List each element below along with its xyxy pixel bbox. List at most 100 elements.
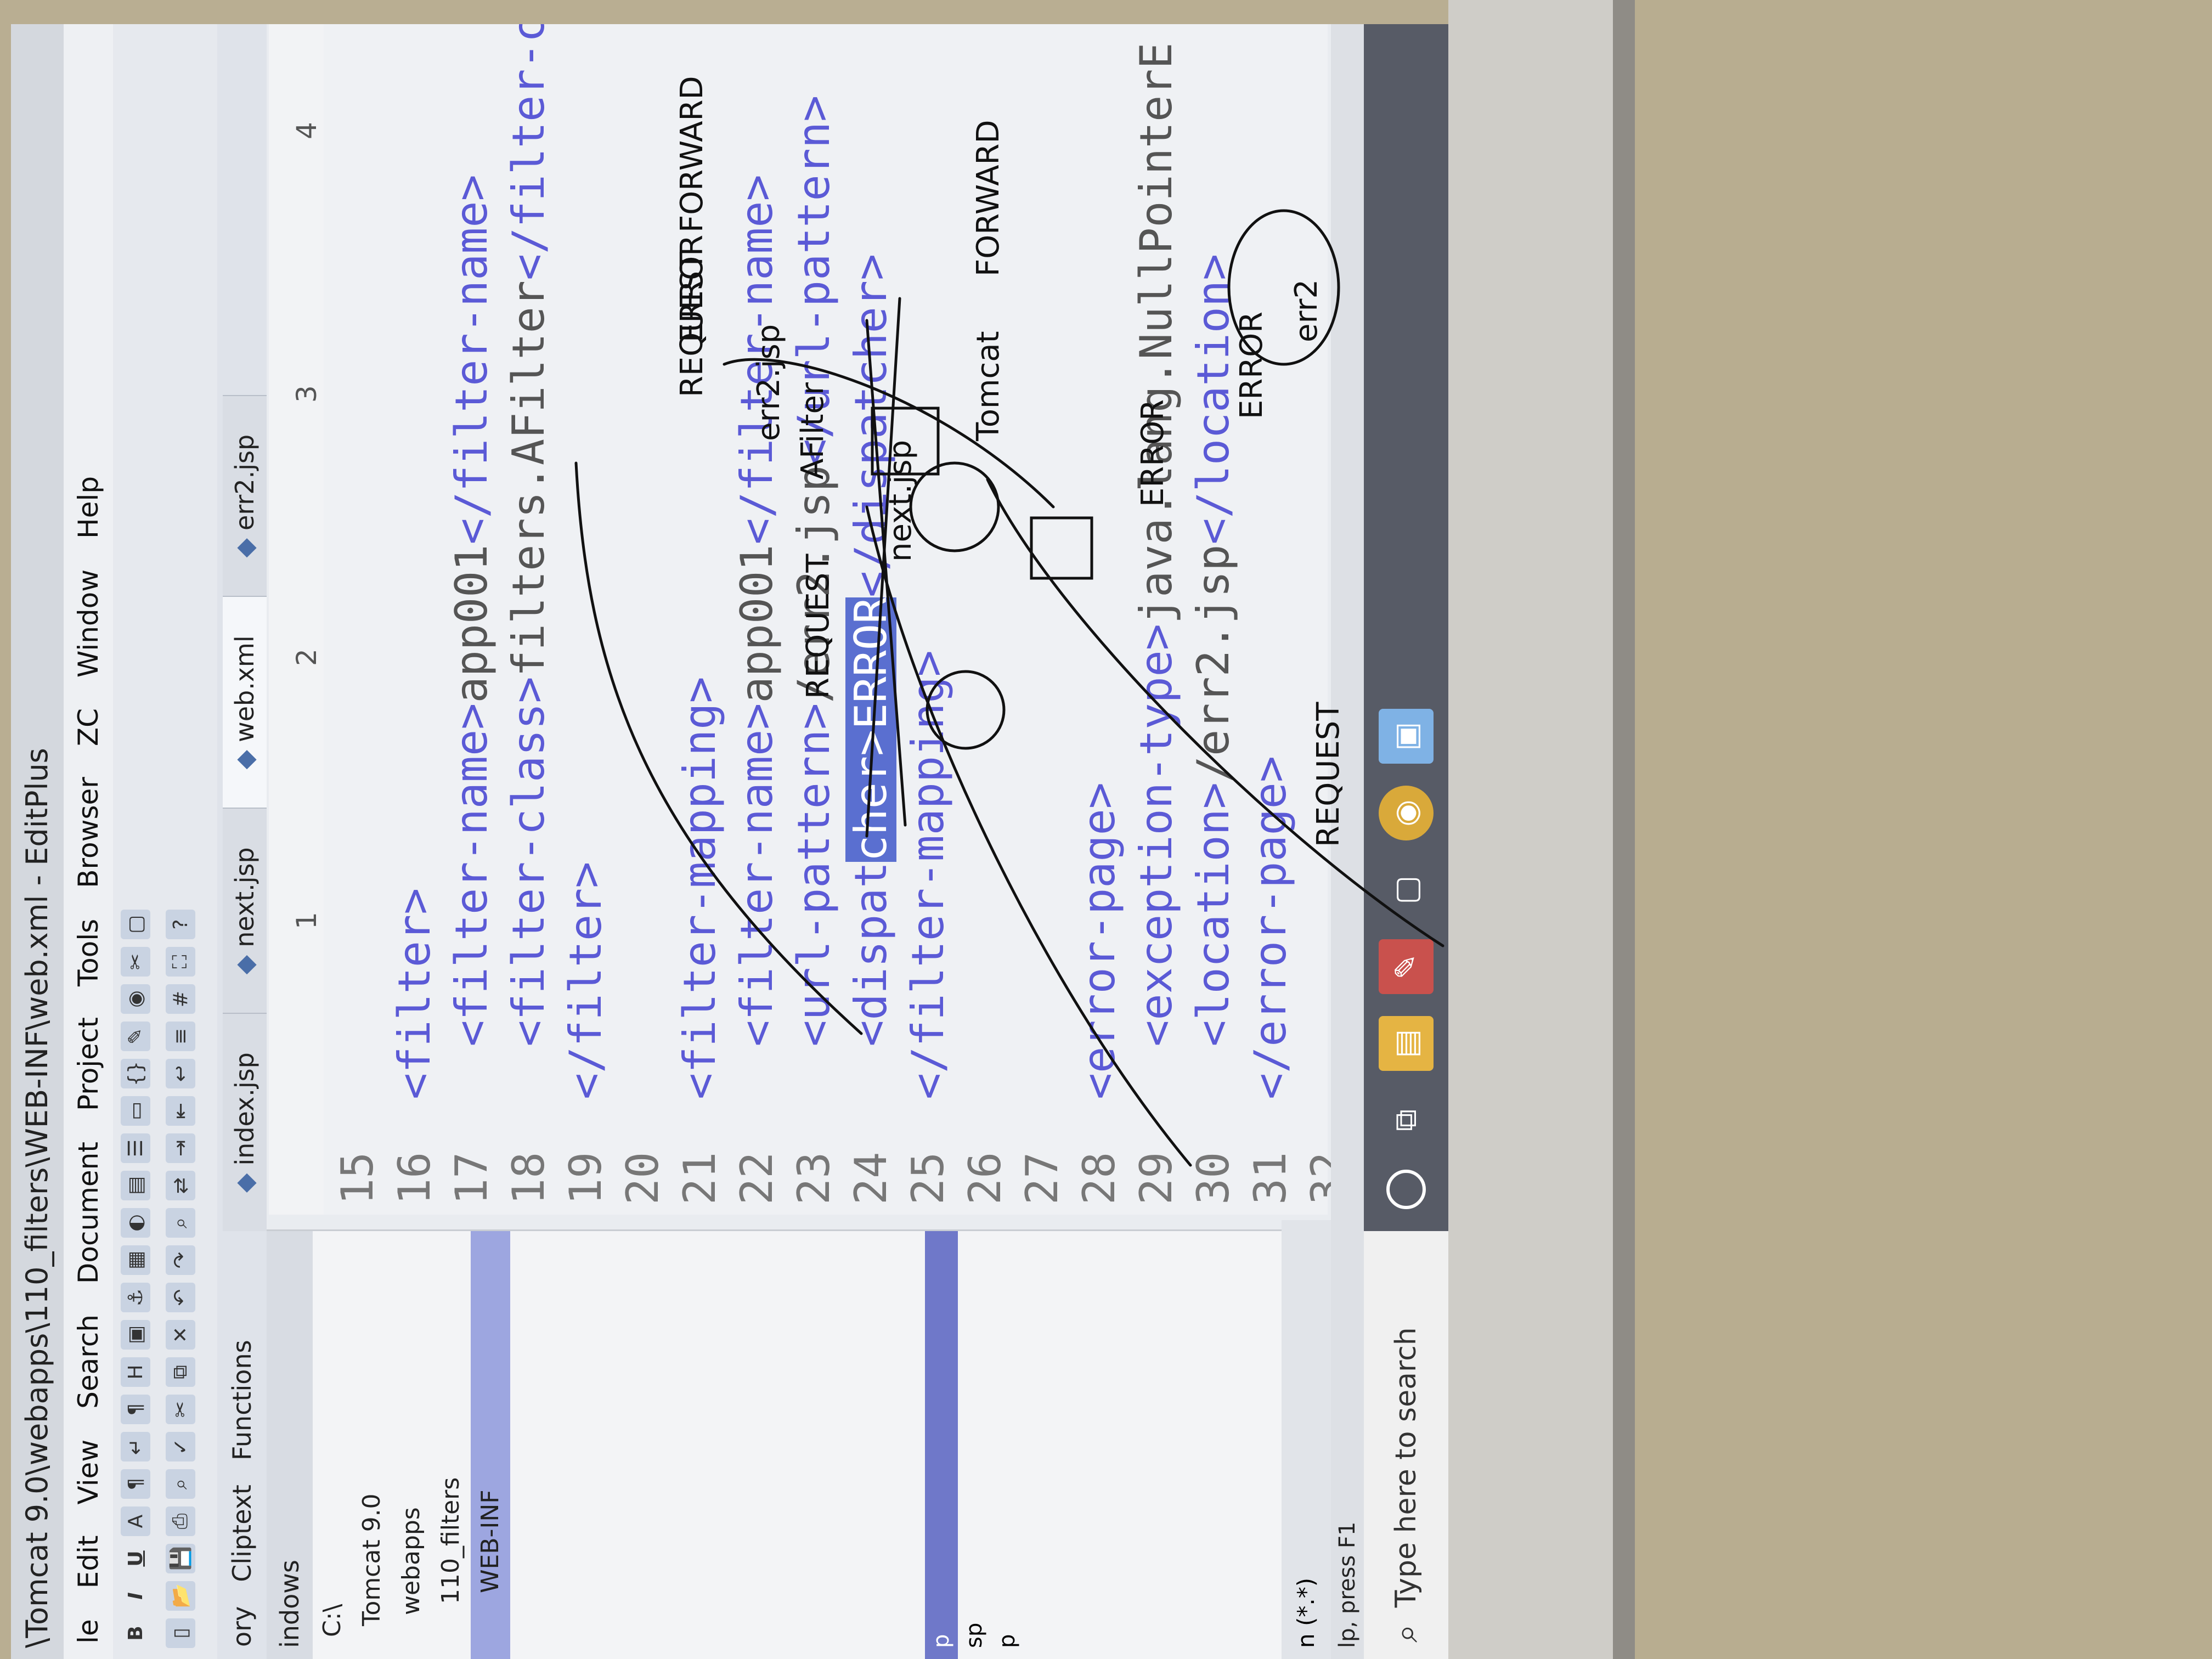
- code-line[interactable]: 21 <filter-mapping>: [672, 24, 729, 1215]
- line-number-icon[interactable]: #: [166, 984, 195, 1014]
- code-line[interactable]: 20: [614, 24, 672, 1215]
- tree-item-drive[interactable]: C:\: [313, 1231, 352, 1659]
- file-list-item[interactable]: p: [991, 1231, 1024, 1659]
- fullscreen-icon[interactable]: ⛶: [166, 947, 195, 977]
- code-line[interactable]: 22 <filter-name>app001</filter-name>: [729, 24, 786, 1215]
- new-file-icon[interactable]: ▯: [166, 1618, 195, 1648]
- xml-value: app001: [446, 544, 497, 703]
- word-wrap-icon[interactable]: ↩: [166, 1059, 195, 1088]
- menu-zc[interactable]: ZC: [72, 693, 104, 761]
- app-icon[interactable]: ▣: [1379, 709, 1434, 764]
- window-title: \Tomcat 9.0\webapps\110_filters\WEB-INF\…: [11, 24, 64, 1659]
- print-preview-icon[interactable]: ⌕: [166, 1469, 195, 1499]
- cut-icon[interactable]: ✂: [166, 1395, 195, 1424]
- comment-icon[interactable]: ✎: [121, 1022, 150, 1051]
- tree-item-tomcat[interactable]: Tomcat 9.0: [352, 1231, 392, 1659]
- code-line[interactable]: 16 <filter>: [386, 24, 443, 1215]
- color-icon[interactable]: ◐: [121, 1208, 150, 1238]
- heading-icon[interactable]: H: [121, 1357, 150, 1387]
- code-line[interactable]: 15: [329, 24, 386, 1215]
- table-icon[interactable]: ▦: [121, 1245, 150, 1275]
- menu-edit[interactable]: Edit: [72, 1520, 104, 1604]
- font-color-icon[interactable]: A: [121, 1506, 150, 1536]
- task-view-icon[interactable]: ⧉: [1379, 1093, 1434, 1148]
- script-icon[interactable]: {}: [121, 1059, 150, 1088]
- taskbar-search[interactable]: ⌕ Type here to search: [1364, 1231, 1448, 1659]
- italic-button[interactable]: I: [121, 1581, 150, 1611]
- code-line[interactable]: 27: [1014, 24, 1071, 1215]
- copy-icon[interactable]: ⧉: [166, 1357, 195, 1387]
- doc-tab-index-jsp[interactable]: ◆ index.jsp: [223, 1013, 267, 1231]
- file-list-item[interactable]: sp: [958, 1231, 991, 1659]
- form-icon[interactable]: ▤: [121, 1171, 150, 1200]
- window-taskbar-icon[interactable]: ▢: [1379, 862, 1434, 917]
- delete-icon[interactable]: ✕: [166, 1320, 195, 1350]
- redo-icon[interactable]: ↷: [166, 1245, 195, 1275]
- nbsp-icon[interactable]: ¶: [121, 1469, 150, 1499]
- preview-icon[interactable]: ◉: [121, 984, 150, 1014]
- drive-selector[interactable]: indows: [267, 1231, 313, 1659]
- doc-tab-web-xml[interactable]: ◆ web.xml: [223, 596, 267, 808]
- code-line[interactable]: 29 <exception-type>java.lang.NullPointer…: [1128, 24, 1185, 1215]
- div-icon[interactable]: ▭: [121, 1096, 150, 1126]
- replace-icon[interactable]: ⇄: [166, 1171, 195, 1200]
- menu-document[interactable]: Document: [72, 1126, 104, 1299]
- menu-view[interactable]: View: [72, 1424, 104, 1520]
- code-line[interactable]: 24 <dispatcher>ERROR</dispatcher>: [843, 24, 900, 1215]
- list-icon[interactable]: ☰: [121, 1133, 150, 1163]
- code-line[interactable]: 26: [957, 24, 1014, 1215]
- editplus-taskbar-icon[interactable]: ✎: [1379, 939, 1434, 994]
- tree-item-110-filters[interactable]: 110_filters: [431, 1231, 471, 1659]
- help-icon[interactable]: ?: [166, 910, 195, 939]
- file-list: p sp p: [925, 1231, 1024, 1659]
- save-icon[interactable]: 💾: [166, 1544, 195, 1573]
- tab-directory[interactable]: ory: [227, 1594, 257, 1659]
- tree-item-webapps[interactable]: webapps: [392, 1231, 431, 1659]
- menu-help[interactable]: Help: [72, 461, 104, 554]
- tools-icon[interactable]: ✂: [121, 947, 150, 977]
- code-line[interactable]: 19 </filter>: [557, 24, 614, 1215]
- doc-tab-err2-jsp[interactable]: ◆ err2.jsp: [223, 394, 267, 596]
- menu-browser[interactable]: Browser: [72, 761, 104, 904]
- menu-search[interactable]: Search: [72, 1299, 104, 1424]
- bold-button[interactable]: B: [121, 1618, 150, 1648]
- code-line[interactable]: 25 </filter-mapping>: [900, 24, 957, 1215]
- code-editor[interactable]: 15 16 <filter> 17 <filter-name>app001</filt…: [324, 24, 1353, 1215]
- menu-file[interactable]: le: [72, 1604, 104, 1659]
- open-file-icon[interactable]: 📂: [166, 1581, 195, 1611]
- menu-window[interactable]: Window: [72, 554, 104, 693]
- code-line[interactable]: 30 <location>/err2.jsp</location>: [1185, 24, 1242, 1215]
- code-line[interactable]: 18 <filter-class>filters.AFilter</filter…: [500, 24, 557, 1215]
- image-icon[interactable]: ▣: [121, 1320, 150, 1350]
- file-explorer-icon[interactable]: ▤: [1379, 1016, 1434, 1071]
- doc-tab-next-jsp[interactable]: ◆ next.jsp: [223, 808, 267, 1013]
- chrome-icon[interactable]: ◉: [1379, 786, 1434, 840]
- underline-button[interactable]: U: [121, 1544, 150, 1573]
- enter-icon[interactable]: ↵: [121, 1432, 150, 1462]
- find-icon[interactable]: ⌕: [166, 1208, 195, 1238]
- code-line[interactable]: 23 <url-pattern>/err2.jsp</url-pattern>: [786, 24, 843, 1215]
- code-text: <dispatcher>ERROR</dispatcher>: [843, 254, 900, 1099]
- ruler-icon[interactable]: ≡: [166, 1022, 195, 1051]
- file-type-filter[interactable]: n (*.*): [1282, 1220, 1331, 1659]
- tab-functions[interactable]: Functions: [227, 1328, 257, 1472]
- code-line[interactable]: 28 <error-page>: [1071, 24, 1128, 1215]
- cortana-icon[interactable]: [1386, 1170, 1426, 1209]
- file-list-item[interactable]: p: [925, 1231, 958, 1659]
- tab-cliptext[interactable]: Cliptext: [227, 1472, 257, 1594]
- paragraph-icon[interactable]: ¶: [121, 1395, 150, 1424]
- line-number: 24: [845, 1152, 896, 1205]
- print-icon[interactable]: ⎙: [166, 1506, 195, 1536]
- tree-item-web-inf[interactable]: WEB-INF: [471, 1231, 510, 1659]
- file-icon: ◆: [230, 538, 259, 558]
- outdent-icon[interactable]: ⇤: [166, 1096, 195, 1126]
- menu-project[interactable]: Project: [72, 1002, 104, 1126]
- indent-icon[interactable]: ⇥: [166, 1133, 195, 1163]
- window-icon[interactable]: ▢: [121, 910, 150, 939]
- anchor-icon[interactable]: ⚓: [121, 1283, 150, 1312]
- code-line[interactable]: 17 <filter-name>app001</filter-name>: [443, 24, 500, 1215]
- undo-icon[interactable]: ↶: [166, 1283, 195, 1312]
- spell-check-icon[interactable]: ✓: [166, 1432, 195, 1462]
- menu-tools[interactable]: Tools: [72, 904, 104, 1002]
- code-line[interactable]: 31 </error-page>: [1242, 24, 1299, 1215]
